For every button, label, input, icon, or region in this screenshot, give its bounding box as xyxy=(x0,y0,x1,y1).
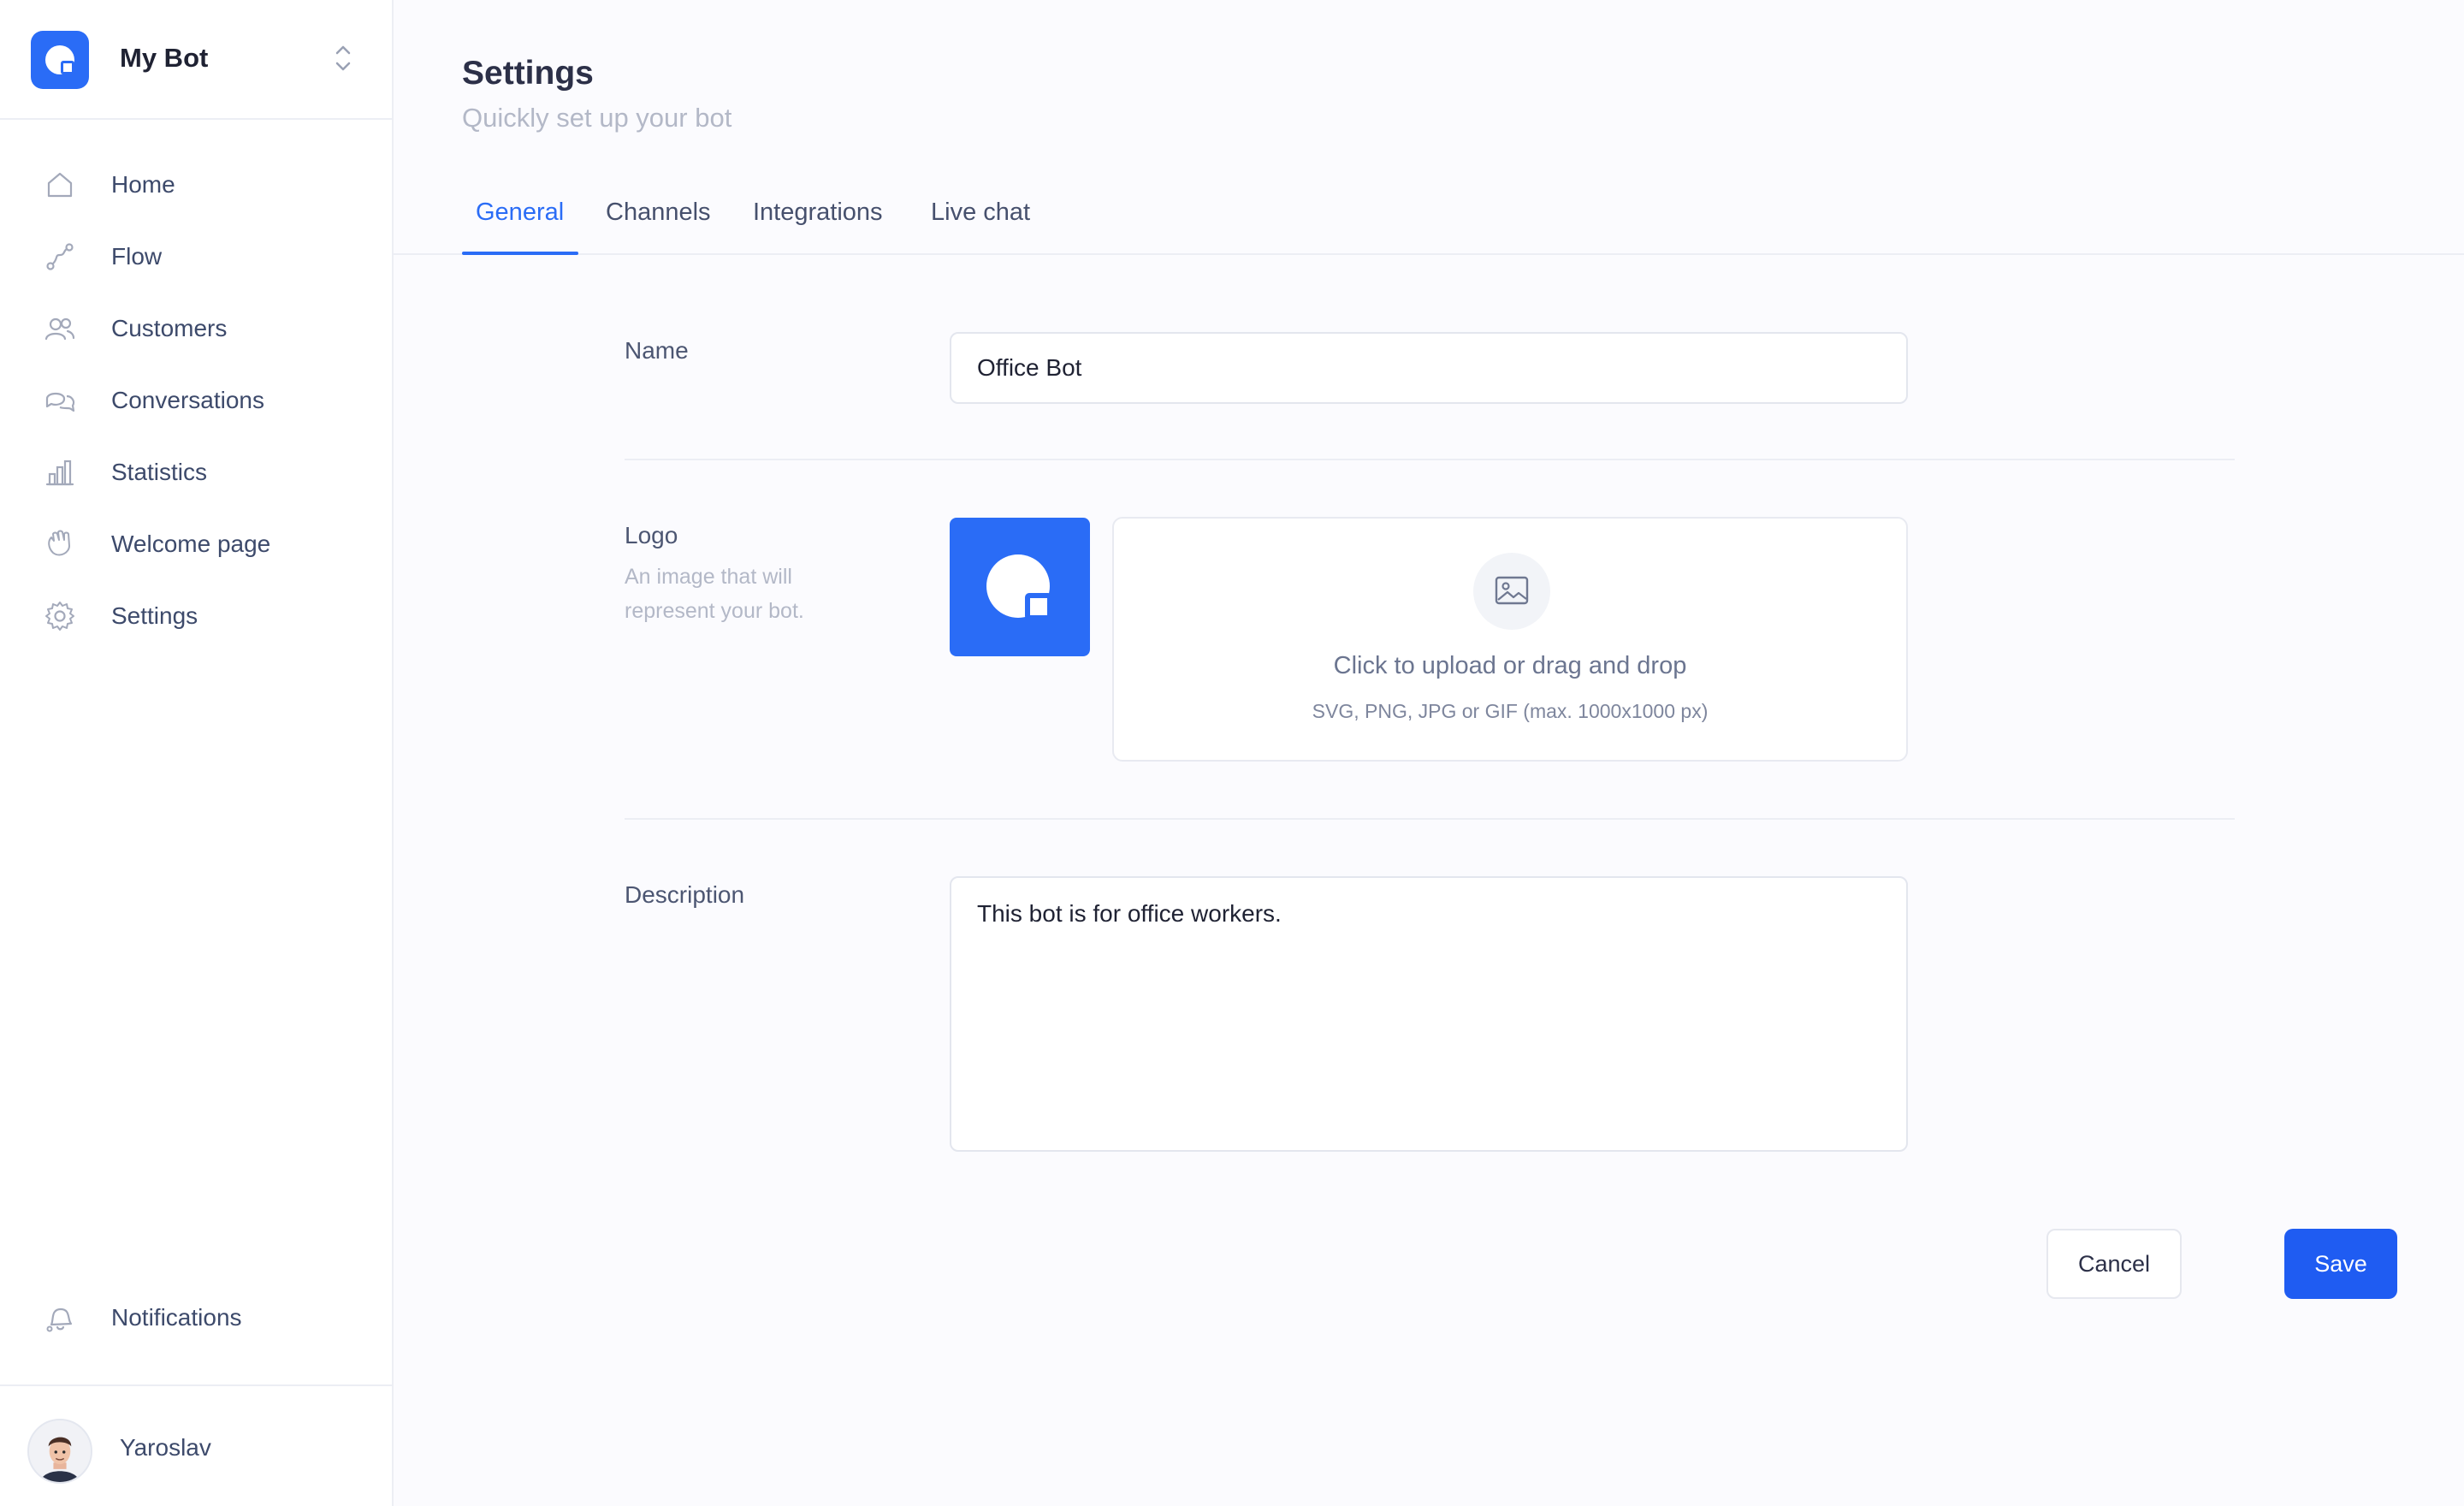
sidebar-item-welcome-page[interactable]: Welcome page xyxy=(0,508,392,580)
sidebar-item-customers[interactable]: Customers xyxy=(0,293,392,365)
sidebar-item-label: Flow xyxy=(111,243,163,270)
active-tab-indicator xyxy=(462,252,578,255)
main-content: Settings Quickly set up your bot General… xyxy=(394,0,2464,1506)
divider xyxy=(625,459,2235,460)
home-icon xyxy=(47,172,73,198)
divider xyxy=(625,818,2235,820)
logo-preview xyxy=(950,518,1090,656)
sidebar-item-statistics[interactable]: Statistics xyxy=(0,436,392,508)
user-name: Yaroslav xyxy=(120,1434,211,1461)
tab-general[interactable]: General xyxy=(476,199,564,255)
sidebar: My Bot Home Flow Customers Conversations… xyxy=(0,0,394,1506)
sidebar-item-label: Conversations xyxy=(111,387,264,413)
user-profile[interactable]: Yaroslav xyxy=(0,1384,392,1506)
tab-channels[interactable]: Channels xyxy=(606,199,711,255)
wave-hand-icon xyxy=(48,530,70,556)
app-root: My Bot Home Flow Customers Conversations… xyxy=(0,0,2464,1506)
avatar xyxy=(27,1419,92,1484)
upload-icon-circle xyxy=(1473,553,1550,630)
bell-icon xyxy=(46,1307,73,1332)
cancel-button[interactable]: Cancel xyxy=(2046,1229,2182,1299)
upload-hint: SVG, PNG, JPG or GIF (max. 1000x1000 px) xyxy=(1312,700,1709,722)
logo-upload-dropzone[interactable]: Click to upload or drag and drop SVG, PN… xyxy=(1112,517,1908,762)
name-label: Name xyxy=(625,337,689,364)
logo-label: Logo xyxy=(625,522,678,548)
sidebar-item-settings[interactable]: Settings xyxy=(0,580,392,652)
gear-icon xyxy=(45,602,74,631)
sidebar-item-label: Customers xyxy=(111,315,228,341)
flow-icon xyxy=(46,243,74,270)
description-field[interactable]: This bot is for office workers. xyxy=(950,876,1908,1152)
logo-hint: An image that will represent your bot. xyxy=(625,565,804,623)
bar-chart-icon xyxy=(45,460,74,486)
description-label: Description xyxy=(625,881,745,908)
chevron-up-down-icon[interactable] xyxy=(332,41,354,75)
sidebar-item-label: Settings xyxy=(111,602,198,629)
users-icon xyxy=(44,317,75,341)
chat-icon xyxy=(45,392,75,412)
name-field[interactable] xyxy=(950,332,1908,404)
sidebar-item-conversations[interactable]: Conversations xyxy=(0,365,392,436)
save-button[interactable]: Save xyxy=(2284,1229,2397,1299)
sidebar-item-label: Statistics xyxy=(111,459,208,485)
tab-integrations[interactable]: Integrations xyxy=(753,199,883,255)
page-subtitle: Quickly set up your bot xyxy=(462,103,732,133)
image-icon xyxy=(1495,576,1529,605)
sidebar-item-label: Home xyxy=(111,171,175,198)
sidebar-item-label: Welcome page xyxy=(111,531,271,557)
bot-logo xyxy=(31,31,89,89)
sidebar-item-flow[interactable]: Flow xyxy=(0,221,392,293)
bot-switcher[interactable]: My Bot xyxy=(0,0,392,120)
settings-tabs: General Channels Integrations Live chat xyxy=(394,190,2464,255)
bot-name: My Bot xyxy=(120,43,209,73)
upload-title: Click to upload or drag and drop xyxy=(1333,652,1687,679)
sidebar-item-label: Notifications xyxy=(111,1304,242,1331)
sidebar-item-home[interactable]: Home xyxy=(0,149,392,221)
page-title: Settings xyxy=(462,55,594,92)
sidebar-nav: Home Flow Customers Conversations Statis… xyxy=(0,149,392,652)
sidebar-item-notifications[interactable]: Notifications xyxy=(0,1282,392,1354)
tab-live-chat[interactable]: Live chat xyxy=(931,199,1030,255)
